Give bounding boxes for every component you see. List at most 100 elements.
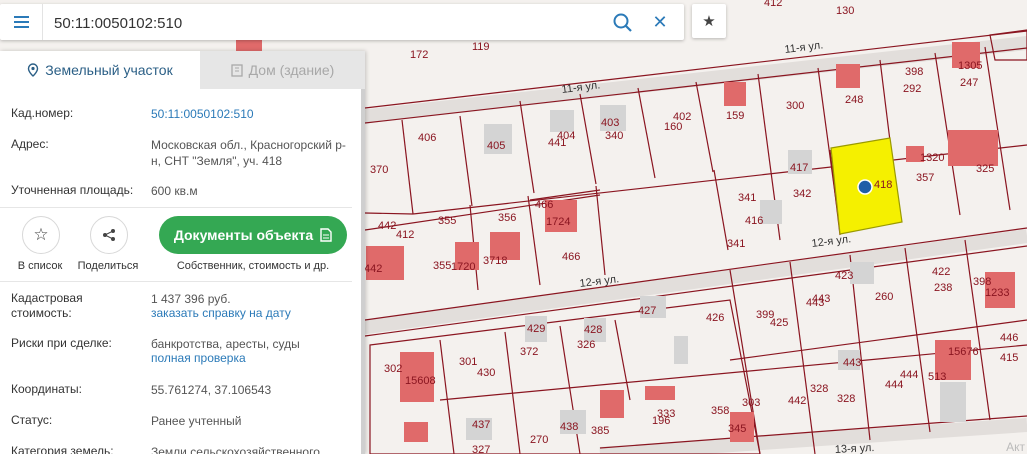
parcel-number-label: 427 [638, 305, 656, 317]
search-icon[interactable] [612, 12, 634, 34]
parcel-number-label: 345 [728, 423, 746, 435]
parcel-number-label: 1724 [546, 216, 570, 228]
parcel-number-label: 300 [786, 100, 804, 112]
tab-building[interactable]: Дом (здание) [200, 51, 365, 89]
area-value: 600 кв.м [151, 184, 198, 198]
building-icon [231, 63, 243, 77]
parcel-number-label: 446 [1000, 332, 1018, 344]
parcel-number-label: 355 [433, 260, 451, 272]
parcel-number-label: 327 [472, 444, 490, 454]
parcel-number-label: 398 [905, 66, 923, 78]
parcel-number-label: 403 [601, 117, 619, 129]
parcel-number-label: 355 [438, 215, 456, 227]
parcel-marker [857, 179, 873, 195]
parcel-number-label: 328 [810, 383, 828, 395]
coords-label: Координаты: [11, 382, 82, 396]
location-pin-icon [28, 63, 39, 77]
parcel-number-label: 423 [835, 270, 853, 282]
category-label: Категория земель: [11, 444, 114, 454]
parcel-number-label: 172 [410, 49, 428, 61]
parcel-number-label: 1720 [451, 261, 475, 273]
parcel-number-label: 415 [1000, 352, 1018, 364]
parcel-number-label: 119 [472, 41, 490, 53]
parcel-number-label: 425 [770, 317, 788, 329]
parcel-number-label: 301 [459, 356, 477, 368]
parcel-number-label: 15676 [948, 346, 979, 358]
parcel-number-label: 1233 [985, 287, 1009, 299]
add-to-list-label: В список [17, 260, 63, 272]
parcel-number-label: 159 [726, 110, 744, 122]
search-bar: ✕ [0, 4, 684, 42]
parcel-number-label: 466 [562, 251, 580, 263]
parcel-number-label: 247 [960, 77, 978, 89]
share-label: Поделиться [77, 260, 139, 272]
risks-label: Риски при сделке: [11, 336, 112, 350]
map-attribution: Акт [1006, 440, 1025, 454]
status-label: Статус: [11, 413, 53, 427]
tab-land-label: Земельный участок [45, 62, 173, 78]
parcel-number-label: 385 [591, 425, 609, 437]
parcel-number-label: 437 [472, 419, 490, 431]
category-value: Земли сельскохозяйственного [151, 445, 320, 454]
parcel-number-label: 1320 [920, 152, 944, 164]
panel-scrollbar[interactable] [361, 89, 365, 454]
info-panel: Земельный участок Дом (здание) Кад.номер… [0, 51, 365, 454]
order-certificate-link[interactable]: заказать справку на дату [151, 305, 291, 321]
parcel-number-label: 442 [364, 263, 382, 275]
parcel-number-label: 302 [384, 363, 402, 375]
tab-building-label: Дом (здание) [248, 62, 335, 78]
parcel-number-label: 412 [396, 229, 414, 241]
cad-number-label: Кад.номер: [11, 106, 74, 120]
parcel-number-label: 328 [837, 393, 855, 405]
parcel-number-label: 326 [577, 339, 595, 351]
favorite-star-button[interactable]: ★ [692, 4, 726, 38]
parcel-number-label: 441 [548, 137, 566, 149]
address-value: Московская обл., Красногорский р-н, СНТ … [151, 138, 346, 168]
parcel-number-label: 418 [874, 179, 892, 191]
address-label: Адрес: [11, 137, 49, 151]
docs-button-label: Документы объекта [173, 227, 314, 243]
parcel-number-label: 422 [932, 266, 950, 278]
parcel-number-label: 370 [370, 164, 388, 176]
parcel-number-label: 130 [836, 5, 854, 17]
status-value: Ранее учтенный [151, 414, 242, 428]
panel-tabs: Земельный участок Дом (здание) [0, 51, 365, 89]
share-button[interactable] [90, 216, 128, 254]
divider [0, 281, 352, 282]
parcel-number-label: 417 [790, 162, 808, 174]
parcel-number-label: 466 [535, 199, 553, 211]
parcel-number-label: 372 [520, 346, 538, 358]
parcel-number-label: 412 [764, 0, 782, 9]
parcel-number-label: 356 [498, 212, 516, 224]
parcel-number-label: 443 [843, 357, 861, 369]
parcel-number-label: 438 [560, 421, 578, 433]
share-icon [103, 229, 115, 241]
parcel-number-label: 358 [711, 405, 729, 417]
close-icon[interactable]: ✕ [650, 12, 670, 32]
parcel-number-label: 442 [378, 220, 396, 232]
documents-button[interactable]: Документы объекта [159, 216, 347, 254]
menu-button[interactable] [0, 4, 43, 40]
full-check-link[interactable]: полная проверка [151, 350, 246, 366]
parcel-number-label: 248 [845, 94, 863, 106]
parcel-number-label: 426 [706, 312, 724, 324]
parcel-number-label: 238 [934, 282, 952, 294]
parcel-number-label: 442 [788, 395, 806, 407]
parcel-number-label: 340 [605, 130, 623, 142]
parcel-number-label: 1305 [958, 60, 982, 72]
parcel-number-label: 341 [727, 238, 745, 250]
parcel-number-label: 513 [928, 371, 946, 383]
parcel-number-label: 270 [530, 434, 548, 446]
star-outline-icon: ☆ [33, 225, 49, 244]
cad-number-value[interactable]: 50:11:0050102:510 [151, 106, 254, 122]
parcel-number-label: 405 [487, 140, 505, 152]
coords-value: 55.761274, 37.106543 [151, 383, 272, 397]
add-to-list-button[interactable]: ☆ [22, 216, 60, 254]
parcel-number-label: 428 [584, 324, 602, 336]
search-input[interactable] [52, 4, 606, 42]
parcel-number-label: 15608 [405, 375, 436, 387]
docs-subtitle: Собственник, стоимость и др. [176, 260, 330, 272]
tab-land-plot[interactable]: Земельный участок [0, 51, 200, 89]
parcel-number-label: 325 [976, 163, 994, 175]
parcel-number-label: 406 [418, 132, 436, 144]
